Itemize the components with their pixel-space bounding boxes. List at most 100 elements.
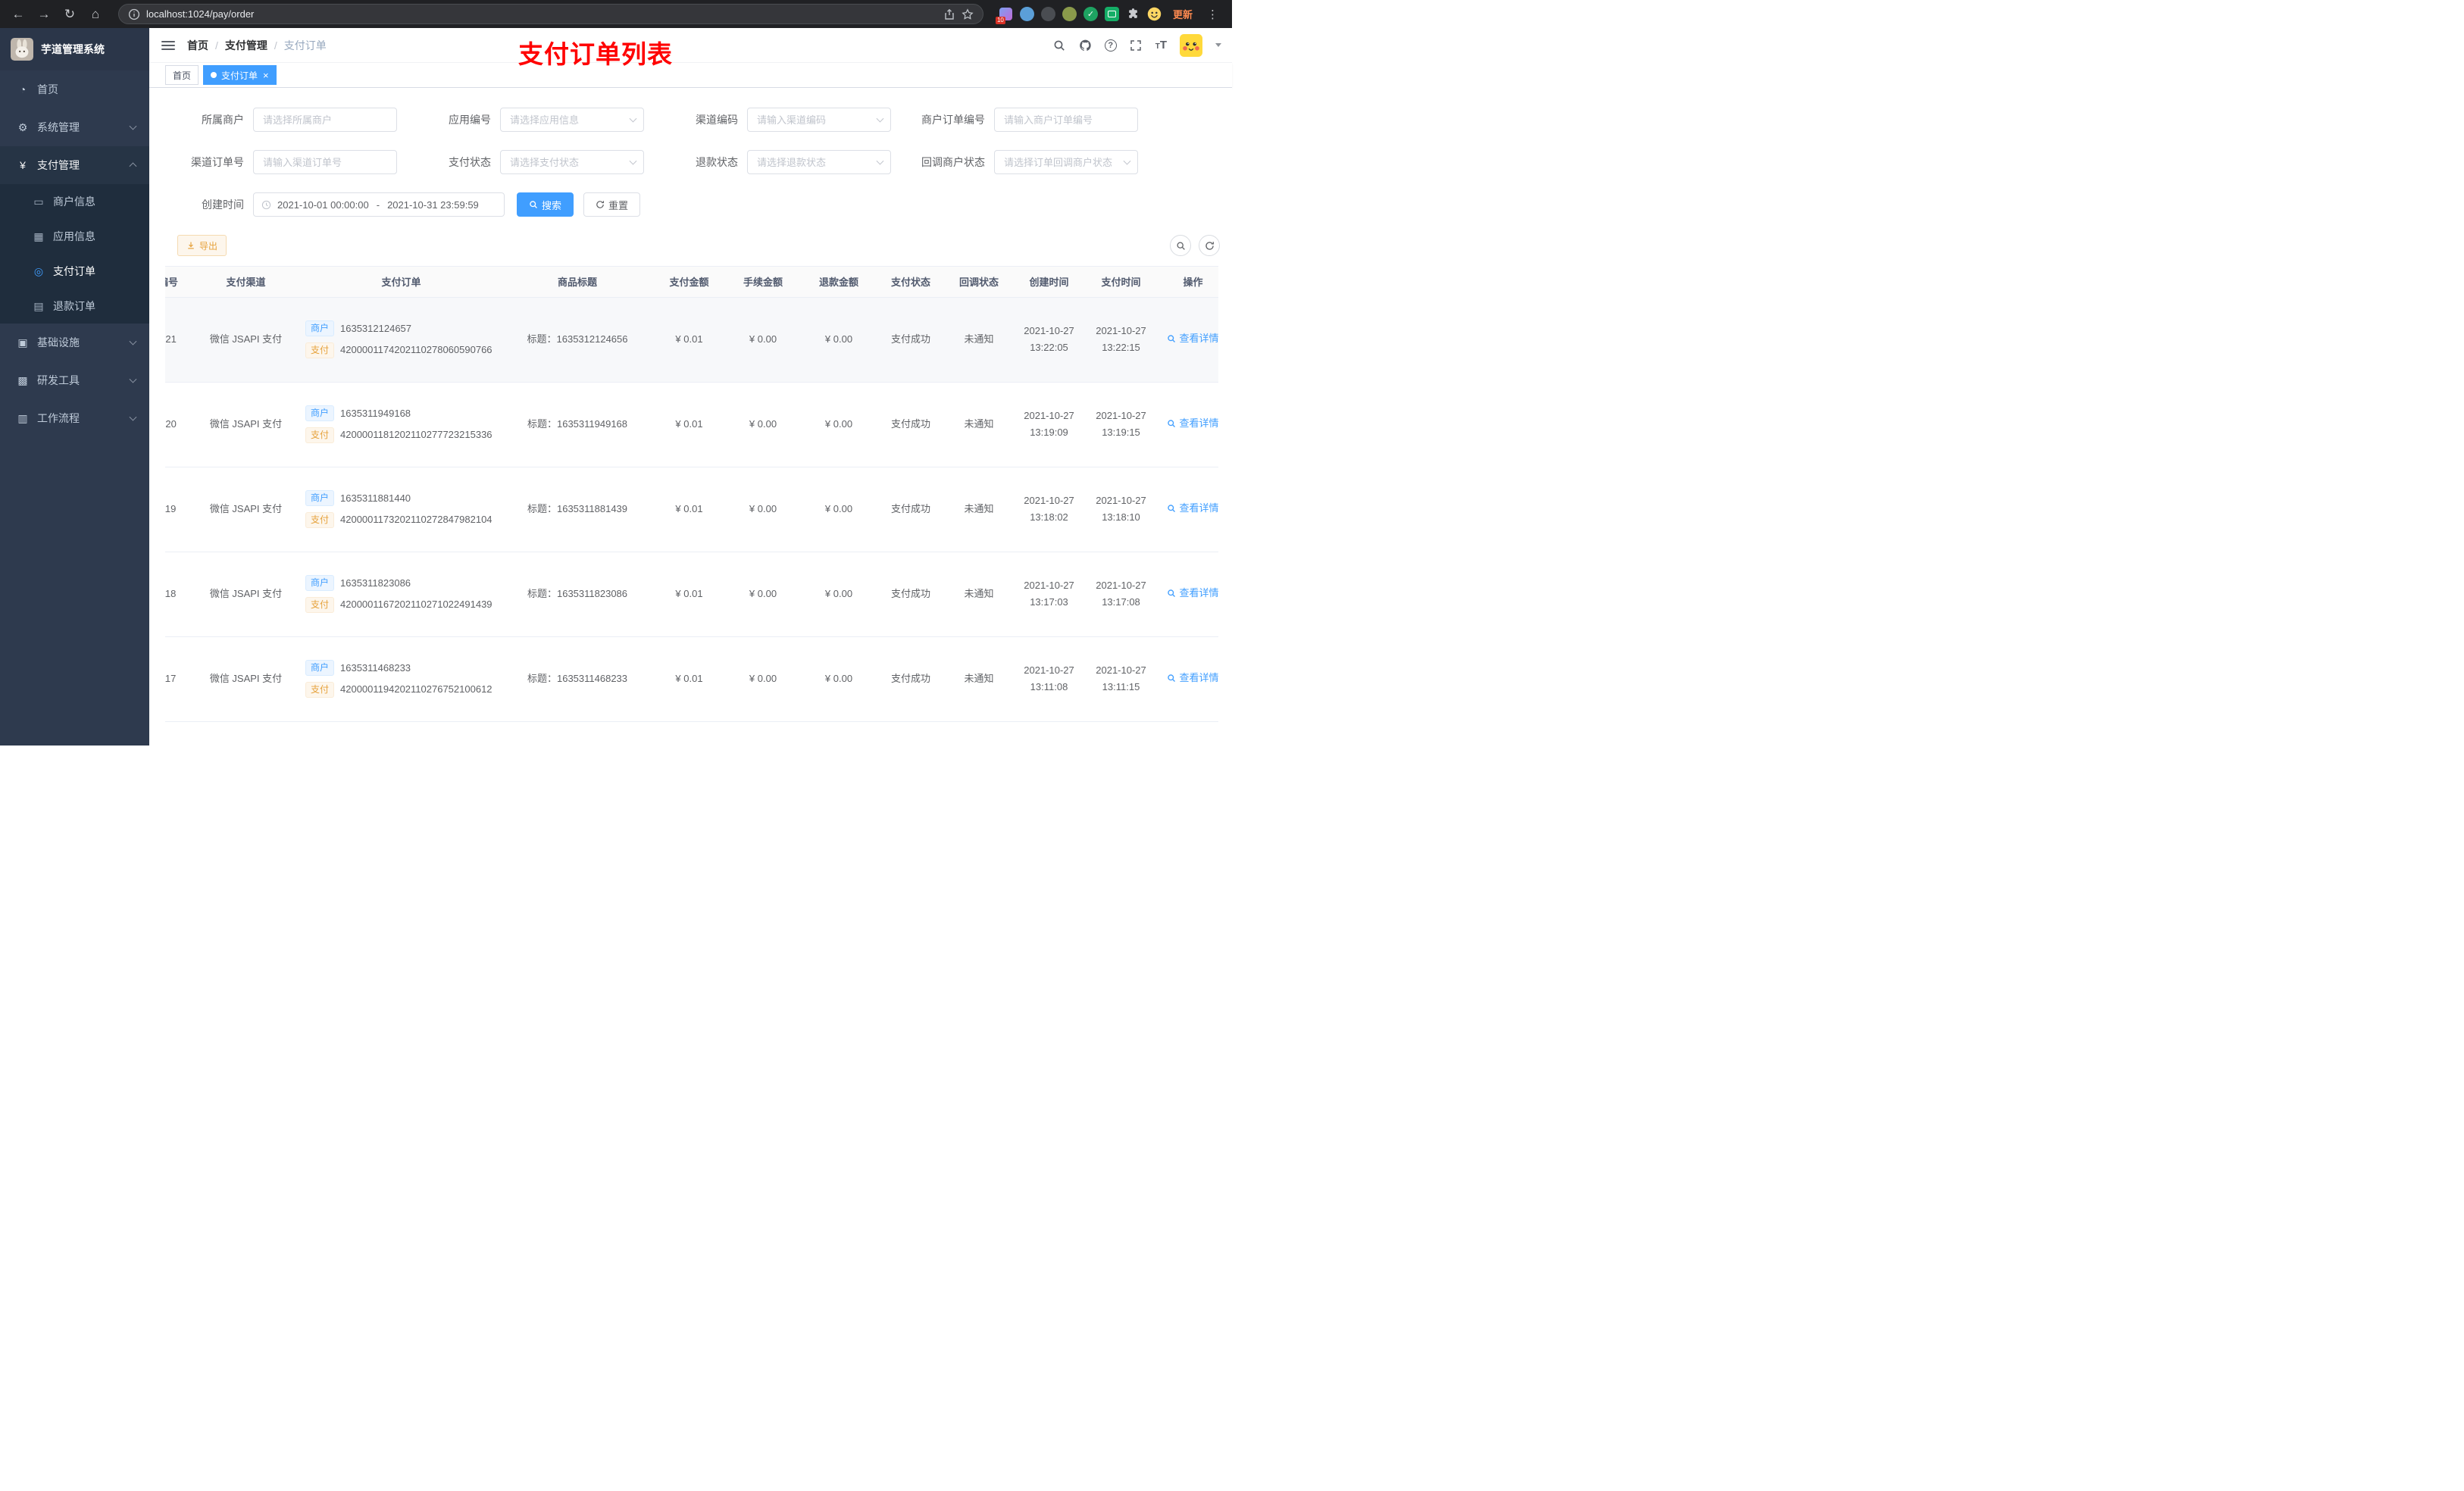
page: ← → ↻ ⌂ localhost:1024/pay/order 10 ✓ 更新… [0, 0, 1232, 746]
status-cell [877, 721, 945, 741]
merchant-order-no-input[interactable] [994, 108, 1138, 132]
close-icon[interactable]: × [263, 70, 269, 80]
pay-time-cell: 2021-10-27 13:18:10 [1085, 467, 1157, 552]
reset-button[interactable]: 重置 [583, 192, 641, 217]
orders-table-container: 编号支付渠道支付订单商品标题支付金额手续金额退款金额支付状态回调状态创建时间支付… [165, 266, 1218, 741]
breadcrumb-home[interactable]: 首页 [187, 38, 208, 53]
refresh-icon [1205, 241, 1214, 250]
bookmark-star-icon[interactable] [962, 8, 974, 20]
sidebar-item-home[interactable]: ◔ 首页 [0, 70, 149, 108]
view-detail-link[interactable]: 查看详情 [1167, 670, 1218, 686]
notify-cell [945, 721, 1013, 741]
column-header: 手续金额 [725, 267, 801, 298]
channel-code-select[interactable] [747, 108, 891, 132]
pay-badge: 支付 [305, 342, 335, 358]
tag-home[interactable]: 首页 [165, 65, 199, 85]
refresh-table-button[interactable] [1199, 235, 1220, 256]
field-label: 应用编号 [449, 114, 491, 126]
address-bar[interactable]: localhost:1024/pay/order [118, 4, 983, 24]
tag-pay-order[interactable]: 支付订单 × [203, 65, 277, 85]
app-title: 芋道管理系统 [41, 43, 105, 55]
notify-status-select[interactable] [994, 150, 1138, 174]
sidebar-item-system[interactable]: ⚙ 系统管理 [0, 108, 149, 146]
url-text[interactable]: localhost:1024/pay/order [146, 8, 937, 20]
status-cell: 支付成功 [877, 467, 945, 552]
sidebar-item-merchant-info[interactable]: ▭ 商户信息 [0, 184, 149, 219]
extension-check-icon[interactable]: ✓ [1083, 7, 1098, 21]
share-icon[interactable] [943, 8, 955, 20]
browser-update-button[interactable]: 更新 [1168, 7, 1197, 21]
hamburger-menu-icon[interactable] [161, 40, 175, 50]
table-row: 117微信 JSAPI 支付商户 1635311468233 支付 420000119… [165, 636, 1218, 722]
table-toolbar: 导出 [149, 235, 1232, 256]
refund-cell [801, 721, 877, 741]
extension-icon-counter[interactable]: 10 [995, 7, 1013, 24]
view-detail-link[interactable]: 查看详情 [1167, 330, 1218, 347]
channel-cell [191, 721, 301, 741]
sidebar-item-devtools[interactable]: ▩ 研发工具 [0, 361, 149, 399]
sidebar-item-label: 研发工具 [37, 374, 80, 386]
browser-menu-icon[interactable]: ⋮ [1204, 8, 1221, 21]
title-cell [502, 721, 653, 741]
toggle-search-button[interactable] [1170, 235, 1191, 256]
sidebar-item-workflow[interactable]: ▥ 工作流程 [0, 399, 149, 437]
view-detail-link[interactable]: 查看详情 [1167, 500, 1218, 517]
column-header: 支付状态 [877, 267, 945, 298]
pay-status-select[interactable] [500, 150, 644, 174]
app-logo[interactable]: 芋道管理系统 [0, 28, 149, 70]
merchant-no: 1635311949168 [340, 407, 411, 419]
gear-icon: ⚙ [17, 120, 28, 133]
search-icon [530, 201, 537, 208]
table-mini-tools [1170, 235, 1220, 256]
browser-reload-button[interactable]: ↻ [59, 4, 80, 25]
breadcrumb-current: 支付订单 [283, 39, 327, 52]
font-size-icon[interactable]: TT [1155, 39, 1167, 52]
site-info-icon[interactable] [128, 8, 140, 20]
caret-down-icon[interactable] [1215, 43, 1221, 47]
merchant-no: 1635311881440 [340, 492, 411, 504]
chevron-down-icon [129, 375, 137, 383]
refund-status-select[interactable] [747, 150, 891, 174]
sidebar-item-infrastructure[interactable]: ▣ 基础设施 [0, 324, 149, 361]
sidebar-item-pay-order[interactable]: ◎ 支付订单 [0, 254, 149, 289]
chevron-down-icon [129, 122, 137, 130]
channel-cell: 微信 JSAPI 支付 [191, 552, 301, 637]
date-range-picker[interactable]: 2021-10-01 00:00:00 - 2021-10-31 23:59:5… [253, 192, 505, 217]
app-no-select[interactable] [500, 108, 644, 132]
extension-chat-icon[interactable] [1104, 7, 1119, 21]
merchant-no: 1635312124657 [340, 322, 412, 334]
export-button[interactable]: 导出 [177, 235, 227, 256]
merchant-badge: 商户 [305, 490, 335, 507]
fee-cell: ¥ 0.00 [725, 467, 801, 552]
pay-badge: 支付 [305, 596, 335, 613]
breadcrumb-payment[interactable]: 支付管理 [225, 38, 267, 53]
browser-forward-button[interactable]: → [33, 4, 55, 25]
search-button[interactable]: 搜索 [517, 192, 574, 217]
extension-icon-blue[interactable] [1019, 7, 1034, 21]
active-dot [211, 72, 217, 78]
workflow-icon: ▥ [17, 411, 28, 424]
browser-profile-avatar[interactable] [1147, 7, 1162, 21]
sidebar-item-app-info[interactable]: ▦ 应用信息 [0, 219, 149, 254]
tools-icon: ▩ [17, 374, 28, 386]
channel-order-no-input[interactable] [253, 150, 397, 174]
browser-back-button[interactable]: ← [8, 4, 29, 25]
extension-icon-olive[interactable] [1062, 7, 1077, 21]
user-avatar[interactable] [1180, 33, 1202, 57]
column-header: 创建时间 [1013, 267, 1085, 298]
title-cell: 标题：1635312124656 [502, 297, 653, 383]
extensions-puzzle-icon[interactable] [1126, 7, 1140, 21]
view-detail-link[interactable]: 查看详情 [1167, 585, 1218, 602]
view-detail-link[interactable]: 查看详情 [1167, 415, 1218, 432]
extension-icon-dark[interactable] [1040, 7, 1055, 21]
fullscreen-icon[interactable] [1130, 39, 1143, 52]
orders-table: 编号支付渠道支付订单商品标题支付金额手续金额退款金额支付状态回调状态创建时间支付… [165, 267, 1218, 741]
search-icon[interactable] [1053, 39, 1066, 52]
channel-cell: 微信 JSAPI 支付 [191, 467, 301, 552]
github-icon[interactable] [1079, 39, 1092, 52]
browser-home-button[interactable]: ⌂ [85, 4, 106, 25]
merchant-input[interactable] [253, 108, 397, 132]
help-icon[interactable]: ? [1104, 39, 1117, 52]
sidebar-item-payment[interactable]: ¥ 支付管理 [0, 146, 149, 184]
sidebar-item-refund-order[interactable]: ▤ 退款订单 [0, 289, 149, 324]
